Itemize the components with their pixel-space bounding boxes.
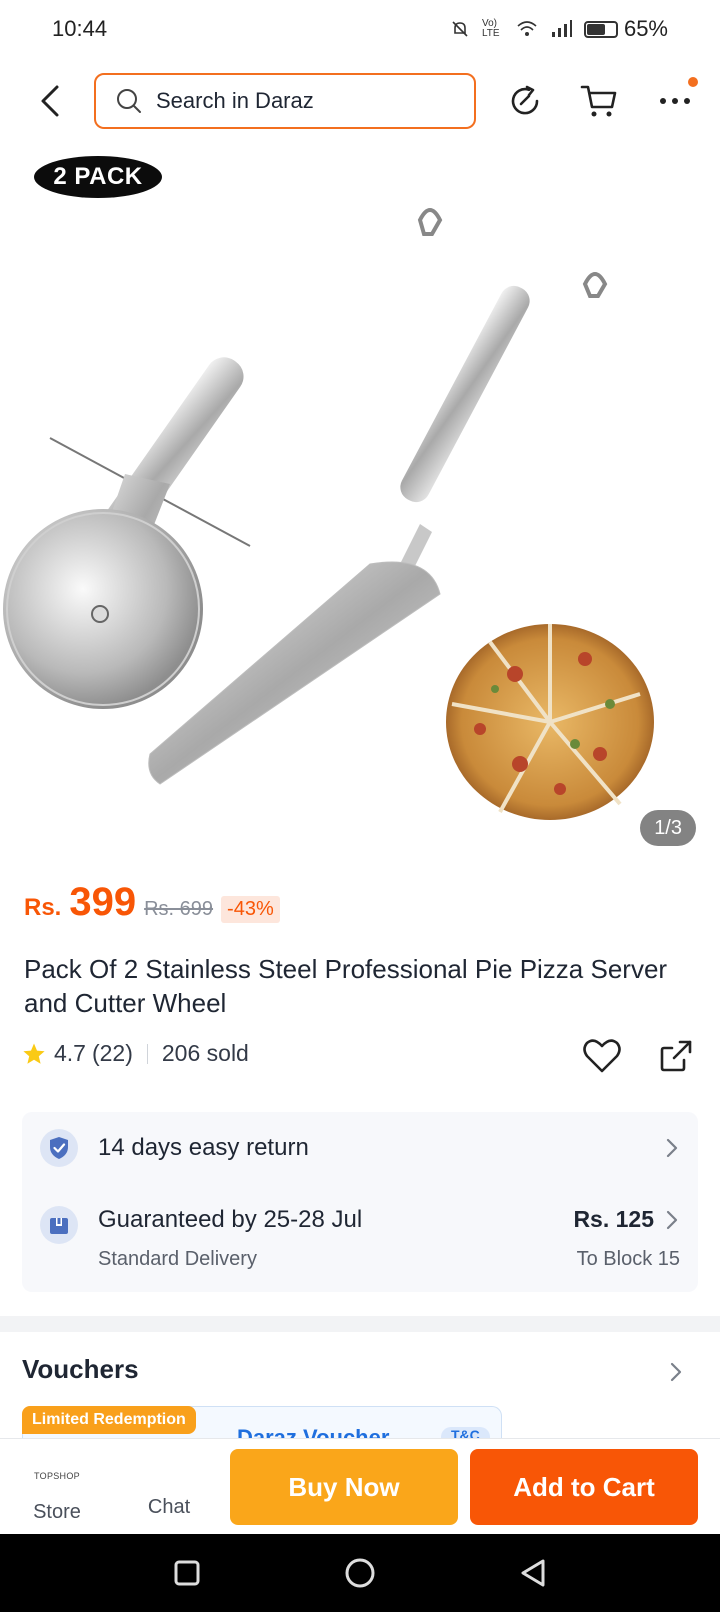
delivery-fee: Rs. 125 [573, 1206, 654, 1232]
image-counter: 1/3 [640, 810, 696, 846]
chat-label: Chat [147, 1496, 191, 1518]
triangle-back-icon [521, 1559, 545, 1587]
bottom-action-bar: TOPSHOP Store Chat Buy Now Add to Cart [0, 1438, 720, 1534]
discount-badge: -43% [221, 896, 280, 923]
search-placeholder: Search in Daraz [156, 88, 314, 113]
chevron-right-icon [666, 1138, 678, 1158]
cart-button[interactable] [576, 79, 622, 123]
recents-button[interactable] [162, 1548, 212, 1598]
search-input[interactable]: Search in Daraz [94, 73, 476, 129]
delivery-box-icon [40, 1206, 78, 1244]
square-icon [174, 1560, 200, 1586]
pack-badge: 2 PACK [34, 156, 162, 198]
notification-dot [688, 77, 698, 87]
return-text: 14 days easy return [98, 1134, 309, 1161]
status-bar: 10:44 Vo) LTE 65% [0, 0, 720, 58]
rating-divider [146, 1043, 148, 1064]
top-header: Search in Daraz [0, 72, 720, 130]
original-price: Rs. 699 [144, 898, 214, 920]
store-button[interactable]: TOPSHOP Store [14, 1445, 100, 1529]
more-icon [660, 98, 690, 104]
star-icon [23, 1043, 45, 1064]
limited-redemption-tag: Limited Redemption [22, 1406, 196, 1434]
cart-icon [580, 85, 617, 117]
delivery-type: Standard Delivery [98, 1248, 257, 1270]
delivery-guarantee: Guaranteed by 25-28 Jul [98, 1206, 363, 1233]
status-icons: Vo) LTE [450, 19, 618, 39]
buy-now-button[interactable]: Buy Now [230, 1449, 458, 1525]
section-divider [0, 1316, 720, 1332]
back-button[interactable] [30, 80, 70, 122]
battery-percent: 65% [623, 16, 668, 41]
chevron-left-icon [41, 85, 59, 117]
vouchers-title[interactable]: Vouchers [22, 1354, 139, 1385]
delivery-location: To Block 15 [576, 1248, 680, 1270]
delivery-row[interactable]: Guaranteed by 25-28 Jul Standard Deliver… [22, 1184, 698, 1292]
return-policy-row[interactable]: 14 days easy return [22, 1112, 698, 1184]
rating-value: 4.7 [54, 1040, 86, 1066]
store-logo: TOPSHOP [34, 1471, 80, 1481]
product-image-gallery[interactable]: 2 PACK 1/3 [0, 144, 720, 854]
share-icon [660, 1040, 692, 1072]
mute-icon [452, 21, 468, 37]
product-image [3, 208, 654, 820]
sold-count: 206 sold [161, 1040, 249, 1066]
chat-button[interactable]: Chat [126, 1445, 212, 1529]
back-nav-button[interactable] [508, 1548, 558, 1598]
system-nav-bar [0, 1534, 720, 1612]
battery-icon [583, 20, 618, 38]
wishlist-button[interactable] [580, 1034, 624, 1078]
shield-check-icon [40, 1129, 78, 1167]
price-value: 399 [69, 880, 137, 924]
refresh-share-icon [511, 85, 539, 115]
circle-icon [345, 1558, 375, 1588]
search-icon [117, 89, 141, 113]
heart-icon [583, 1039, 621, 1073]
add-to-cart-button[interactable]: Add to Cart [470, 1449, 698, 1525]
more-button[interactable] [652, 77, 698, 123]
rating-row[interactable]: 4.7 (22) 206 sold [22, 1040, 249, 1067]
status-time: 10:44 [52, 16, 108, 41]
share-product-button[interactable] [654, 1034, 698, 1078]
signal-icon [551, 20, 572, 37]
share-button[interactable] [502, 79, 548, 123]
chevron-right-icon [666, 1210, 678, 1230]
network-label: Vo) LTE [481, 18, 500, 39]
home-button[interactable] [335, 1548, 385, 1598]
service-card: 14 days easy return Guaranteed by 25-28 … [22, 1112, 698, 1292]
price-row: Rs. 399 Rs. 699 -43% [24, 880, 280, 925]
product-title: Pack Of 2 Stainless Steel Professional P… [24, 954, 668, 1018]
store-label: Store [33, 1501, 81, 1523]
review-count: (22) [91, 1040, 133, 1066]
price-currency: Rs. [24, 894, 62, 921]
wifi-icon [517, 21, 537, 36]
chevron-right-icon[interactable] [668, 1360, 684, 1384]
